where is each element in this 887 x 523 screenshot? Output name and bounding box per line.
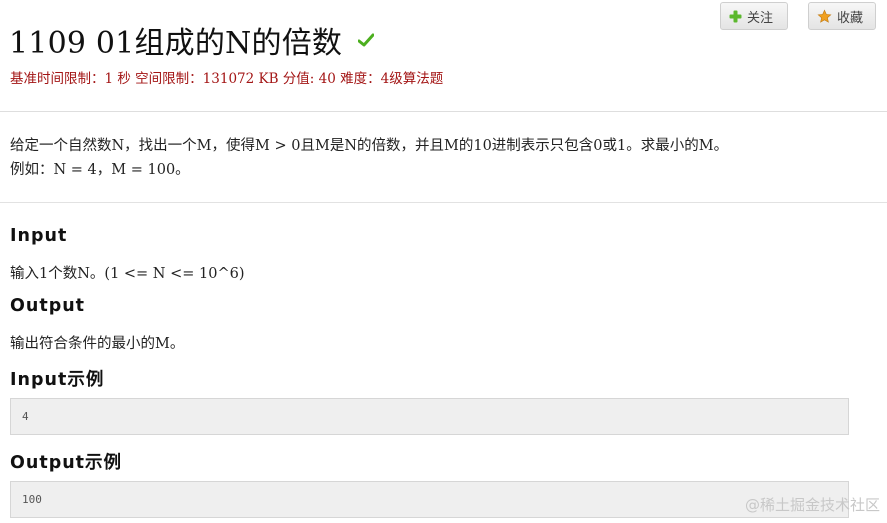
- input-text: 输入1个数N。(1 <= N <= 10^6): [10, 266, 245, 282]
- follow-label: 关注: [747, 10, 774, 26]
- follow-button[interactable]: 关注: [720, 2, 788, 30]
- input-example-value: 4: [22, 410, 29, 423]
- output-example-value: 100: [22, 493, 42, 506]
- input-example-heading: Input示例: [10, 370, 105, 390]
- problem-limits: 基准时间限制：1 秒 空间限制：131072 KB 分值: 40 难度：4级算法…: [10, 71, 444, 87]
- description-line: 给定一个自然数N，找出一个M，使得M > 0且M是N的倍数，并且M的10进制表示…: [10, 138, 729, 154]
- output-example-box[interactable]: 100: [10, 481, 849, 518]
- problem-title: 1109 01组成的N的倍数: [9, 18, 374, 62]
- problem-description: 给定一个自然数N，找出一个M，使得M > 0且M是N的倍数，并且M的10进制表示…: [10, 134, 728, 182]
- solved-check-icon: [357, 33, 374, 47]
- input-heading: Input: [10, 226, 68, 246]
- output-example-heading: Output示例: [10, 453, 123, 473]
- description-example: 例如：N = 4，M = 100。: [10, 162, 190, 178]
- section-divider: [0, 202, 887, 203]
- problem-title-text: 1109 01组成的N的倍数: [9, 26, 343, 61]
- output-heading: Output: [10, 296, 86, 316]
- favorite-button[interactable]: 收藏: [808, 2, 876, 30]
- star-icon: [817, 8, 832, 23]
- favorite-label: 收藏: [837, 10, 864, 26]
- problem-header: 1109 01组成的N的倍数 基准时间限制：1 秒 空间限制：131072 KB…: [0, 0, 887, 112]
- output-text: 输出符合条件的最小的M。: [10, 336, 185, 352]
- input-example-box[interactable]: 4: [10, 398, 849, 435]
- watermark: @稀土掘金技术社区: [744, 496, 880, 514]
- plus-icon: [729, 10, 742, 22]
